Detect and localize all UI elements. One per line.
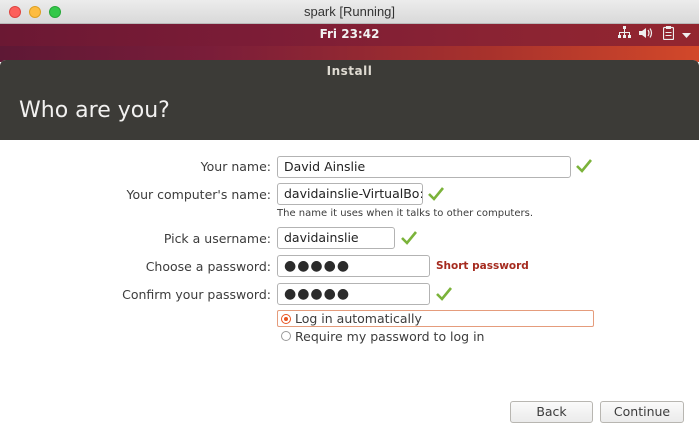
- confirm-password-label: Confirm your password:: [122, 287, 271, 302]
- radio-unselected-icon[interactable]: [281, 331, 291, 341]
- volume-icon[interactable]: [639, 26, 655, 44]
- computer-name-hint: The name it uses when it talks to other …: [277, 208, 534, 219]
- require-password-label: Require my password to log in: [295, 328, 485, 344]
- installer-titlebar: Install: [0, 60, 699, 82]
- ubuntu-top-panel: Fri 23:42: [0, 24, 699, 46]
- login-automatically-option[interactable]: Log in automatically: [277, 310, 594, 327]
- window-title: spark [Running]: [303, 4, 396, 19]
- require-password-option[interactable]: Require my password to log in: [277, 328, 484, 344]
- computer-name-label: Your computer's name:: [126, 187, 271, 202]
- password-strength-label: Short password: [436, 260, 529, 272]
- computer-name-checkmark-icon: [428, 187, 445, 203]
- system-tray: [618, 25, 691, 45]
- username-input[interactable]: davidainslie: [277, 227, 395, 249]
- network-icon[interactable]: [618, 26, 631, 44]
- installer-window: Install Who are you? Your name: David Ai…: [0, 60, 699, 432]
- username-checkmark-icon: [401, 231, 418, 247]
- password-input[interactable]: ●●●●●: [277, 255, 430, 277]
- radio-selected-icon[interactable]: [281, 313, 291, 324]
- user-form: Your name: David Ainslie Your computer's…: [0, 140, 699, 432]
- password-label: Choose a password:: [145, 259, 271, 274]
- name-checkmark-icon: [576, 159, 593, 175]
- clipboard-icon[interactable]: [662, 25, 675, 45]
- page-title: Who are you?: [19, 98, 170, 123]
- continue-button[interactable]: Continue: [600, 401, 684, 423]
- chevron-down-icon[interactable]: [682, 26, 691, 44]
- panel-clock[interactable]: Fri 23:42: [0, 27, 699, 41]
- name-label: Your name:: [200, 159, 271, 174]
- mac-window-titlebar: spark [Running]: [0, 0, 699, 24]
- confirm-password-input[interactable]: ●●●●●: [277, 283, 430, 305]
- computer-name-input[interactable]: davidainslie-VirtualBo:: [277, 183, 423, 205]
- installer-header: Who are you?: [0, 82, 699, 140]
- back-button[interactable]: Back: [510, 401, 593, 423]
- login-automatically-label: Log in automatically: [295, 311, 422, 326]
- username-label: Pick a username:: [163, 231, 271, 246]
- confirm-password-checkmark-icon: [436, 287, 453, 303]
- name-input[interactable]: David Ainslie: [277, 156, 571, 178]
